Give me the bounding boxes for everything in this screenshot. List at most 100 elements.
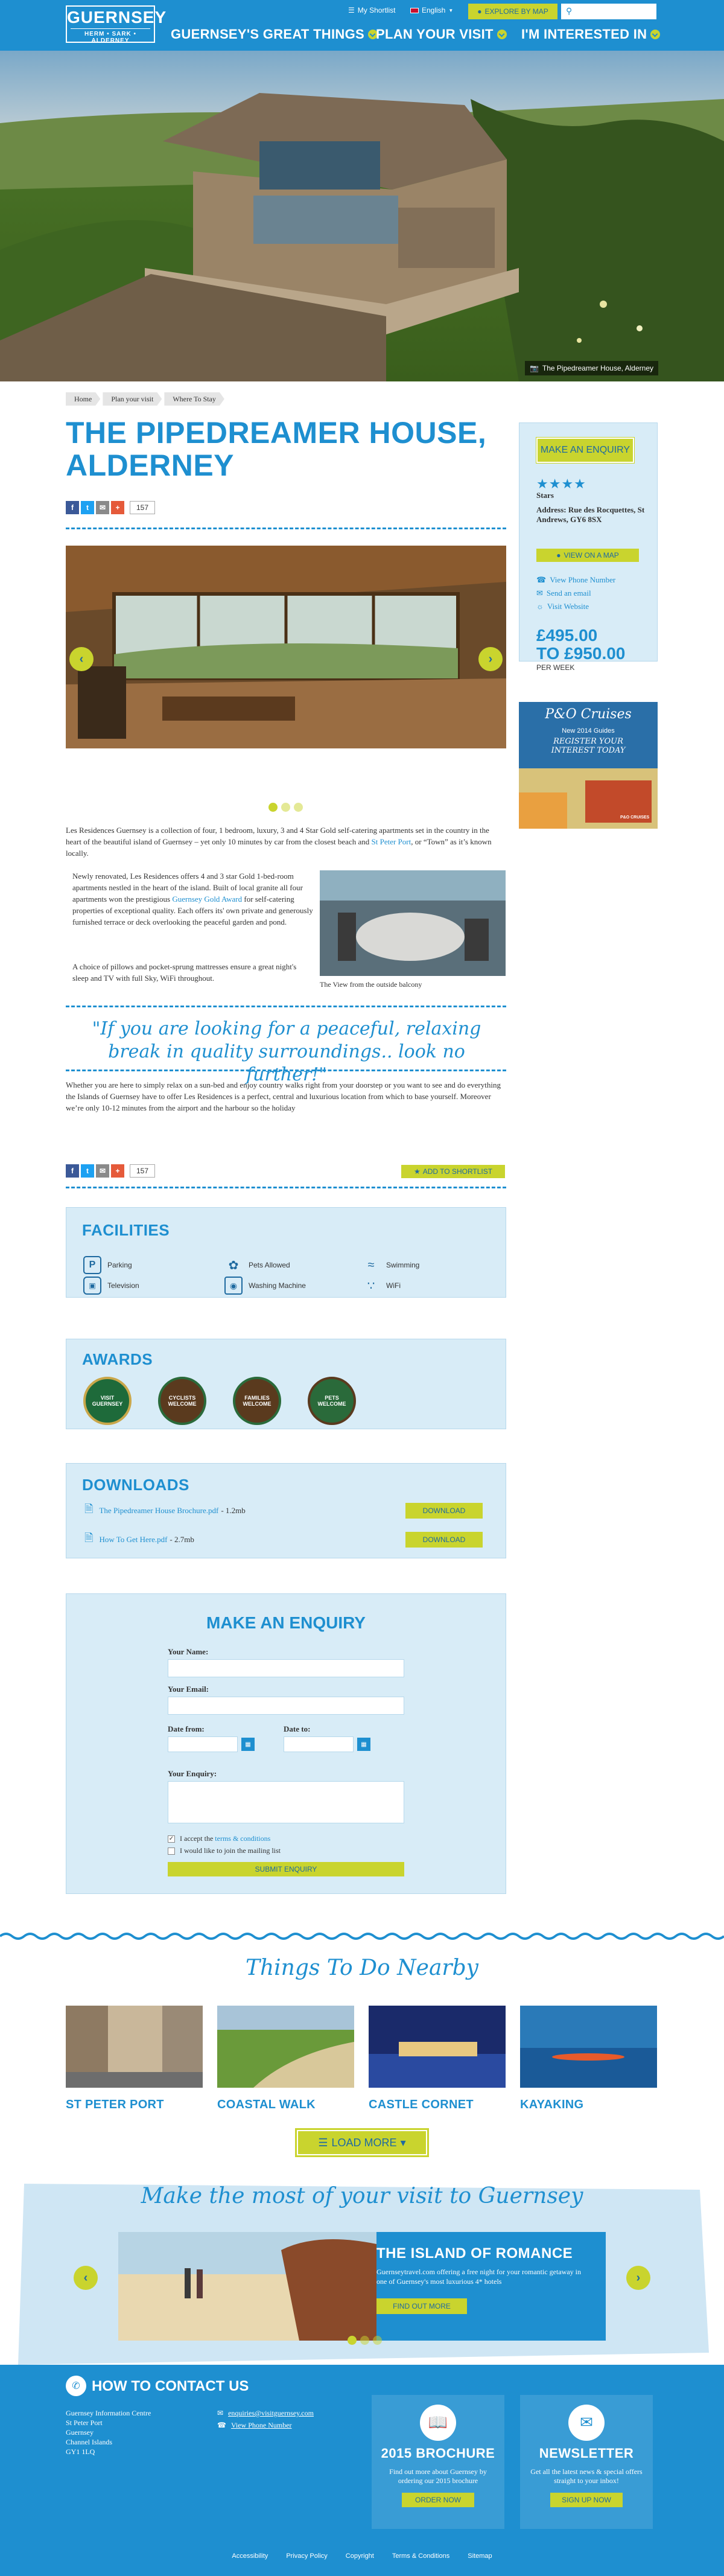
download-link[interactable]: How To Get Here.pdf: [99, 1535, 167, 1545]
thing-card[interactable]: KAYAKING: [520, 2006, 657, 2112]
website-link-label[interactable]: Visit Website: [547, 602, 589, 611]
thing-card[interactable]: CASTLE CORNET: [369, 2006, 506, 2112]
email-icon[interactable]: ✉: [96, 1164, 109, 1178]
footer-email[interactable]: ✉ enquiries@visitguernsey.com: [217, 2408, 314, 2418]
page-title: THE PIPEDREAMER HOUSE, ALDERNEY: [66, 416, 487, 482]
date-to-field[interactable]: [284, 1736, 354, 1752]
share-count: 157: [130, 501, 156, 514]
footer-link[interactable]: Sitemap: [468, 2552, 492, 2560]
download-button[interactable]: DOWNLOAD: [405, 1532, 483, 1548]
slider-dot[interactable]: [281, 803, 290, 812]
nav-great-things[interactable]: GUERNSEY'S GREAT THINGS: [171, 27, 378, 42]
language-selector[interactable]: English ▼: [410, 6, 453, 14]
twitter-icon[interactable]: t: [81, 501, 94, 514]
load-more-button[interactable]: ☰ LOAD MORE ▾: [295, 2128, 429, 2157]
slider-prev-button[interactable]: ‹: [69, 647, 94, 671]
ad-brand: P&O CRUISES: [620, 815, 650, 820]
cyclists-welcome-badge: CYCLISTS WELCOME: [158, 1377, 206, 1425]
cruise-advert[interactable]: P&O Cruises New 2014 Guides REGISTER YOU…: [519, 702, 658, 829]
promo-dot[interactable]: [348, 2336, 357, 2345]
slider-next-button[interactable]: ›: [478, 647, 503, 671]
promo-next-button[interactable]: ›: [626, 2266, 650, 2290]
chevron-down-icon: [497, 30, 507, 39]
footer-phone-label[interactable]: View Phone Number: [231, 2420, 292, 2430]
email-icon[interactable]: ✉: [96, 501, 109, 514]
breadcrumb-stay[interactable]: Where To Stay: [164, 392, 224, 406]
name-label: Your Name:: [168, 1647, 209, 1656]
view-on-map-button[interactable]: ● VIEW ON A MAP: [536, 549, 639, 562]
search-input[interactable]: [576, 7, 655, 16]
enquiry-textarea[interactable]: [168, 1781, 404, 1823]
nav-plan-visit[interactable]: PLAN YOUR VISIT: [376, 27, 507, 42]
shortlist-link[interactable]: ☰ My Shortlist: [348, 6, 395, 14]
swimming-icon: ≈: [367, 1258, 375, 1272]
plus-icon[interactable]: +: [111, 1164, 124, 1178]
facebook-icon[interactable]: f: [66, 501, 79, 514]
date-from-label: Date from:: [168, 1724, 205, 1733]
phone-icon: ☎: [536, 575, 547, 584]
footer-email-label[interactable]: enquiries@visitguernsey.com: [228, 2408, 314, 2418]
make-enquiry-button[interactable]: MAKE AN ENQUIRY: [536, 437, 635, 464]
slider-dot[interactable]: [294, 803, 303, 812]
facebook-icon[interactable]: f: [66, 1164, 79, 1178]
calendar-icon[interactable]: ▦: [357, 1738, 370, 1751]
footer-phone[interactable]: ☎ View Phone Number: [217, 2420, 292, 2430]
gold-award-link[interactable]: Guernsey Gold Award: [172, 894, 242, 904]
camera-icon: 📷: [529, 364, 539, 372]
hero-caption: 📷 The Pipedreamer House, Alderney: [524, 361, 658, 375]
slider-dot[interactable]: [268, 803, 278, 812]
footer-link[interactable]: Copyright: [346, 2552, 374, 2560]
explore-map-button[interactable]: ● EXPLORE BY MAP: [468, 4, 557, 19]
nav-interested-in[interactable]: I'M INTERESTED IN: [521, 27, 661, 42]
search-icon[interactable]: ⚲: [566, 7, 572, 17]
footer-link[interactable]: Privacy Policy: [286, 2552, 327, 2560]
promo-dot[interactable]: [373, 2336, 382, 2345]
explore-label: EXPLORE BY MAP: [484, 7, 548, 16]
email-field[interactable]: [168, 1697, 404, 1715]
star-icon: ★: [413, 1167, 421, 1176]
phone-link-label[interactable]: View Phone Number: [550, 575, 615, 585]
breadcrumb-plan[interactable]: Plan your visit: [103, 392, 162, 406]
order-now-button[interactable]: ORDER NOW: [402, 2493, 474, 2507]
checkbox[interactable]: [168, 1847, 175, 1855]
thing-card[interactable]: COASTAL WALK: [217, 2006, 354, 2112]
find-out-more-button[interactable]: FIND OUT MORE: [376, 2298, 467, 2314]
download-row: 🗎 How To Get Here.pdf - 2.7mb DOWNLOAD: [84, 1531, 483, 1548]
sign-up-button[interactable]: SIGN UP NOW: [550, 2493, 623, 2507]
promo-panel: THE ISLAND OF ROMANCE Guernseytravel.com…: [376, 2232, 606, 2341]
mailing-checkbox[interactable]: I would like to join the mailing list: [168, 1846, 281, 1855]
footer-link[interactable]: Terms & Conditions: [392, 2552, 449, 2560]
email-link-label[interactable]: Send an email: [547, 588, 591, 598]
site-logo[interactable]: GUERNSEY HERM • SARK • ALDERNEY: [66, 5, 166, 44]
breadcrumb-home[interactable]: Home: [66, 392, 100, 406]
footer-link[interactable]: Accessibility: [232, 2552, 268, 2560]
plus-icon[interactable]: +: [111, 501, 124, 514]
price-period: PER WEEK: [536, 663, 575, 672]
calendar-icon[interactable]: ▦: [241, 1738, 255, 1751]
terms-link[interactable]: terms & conditions: [215, 1834, 270, 1843]
submit-enquiry-button[interactable]: SUBMIT ENQUIRY: [168, 1862, 404, 1876]
price-from: £495.00: [536, 626, 598, 645]
logo-subtext: HERM • SARK • ALDERNEY: [71, 28, 150, 44]
slider-dots: [268, 803, 303, 812]
promo-prev-button[interactable]: ‹: [74, 2266, 98, 2290]
email-link[interactable]: ✉ Send an email: [536, 588, 591, 598]
website-link[interactable]: ☼ Visit Website: [536, 602, 589, 611]
add-to-shortlist-button[interactable]: ★ ADD TO SHORTLIST: [401, 1165, 505, 1178]
phone-link[interactable]: ☎ View Phone Number: [536, 575, 615, 585]
terms-checkbox[interactable]: ✓ I accept the terms & conditions: [168, 1834, 270, 1843]
twitter-icon[interactable]: t: [81, 1164, 94, 1178]
date-from-field[interactable]: [168, 1736, 238, 1752]
st-peter-port-link[interactable]: St Peter Port: [372, 837, 411, 846]
price-range: £495.00 TO £950.00: [536, 626, 625, 663]
promo-dot[interactable]: [360, 2336, 369, 2345]
download-button[interactable]: DOWNLOAD: [405, 1503, 483, 1519]
enquiry-label: Your Enquiry:: [168, 1769, 217, 1778]
badge-text: VISIT GUERNSEY: [92, 1395, 123, 1407]
download-link[interactable]: The Pipedreamer House Brochure.pdf: [99, 1506, 218, 1516]
badge-text: CYCLISTS WELCOME: [168, 1395, 197, 1407]
checkbox-checked[interactable]: ✓: [168, 1835, 175, 1843]
thing-card[interactable]: ST PETER PORT: [66, 2006, 203, 2112]
name-field[interactable]: [168, 1659, 404, 1677]
facilities-title: FACILITIES: [82, 1221, 170, 1239]
